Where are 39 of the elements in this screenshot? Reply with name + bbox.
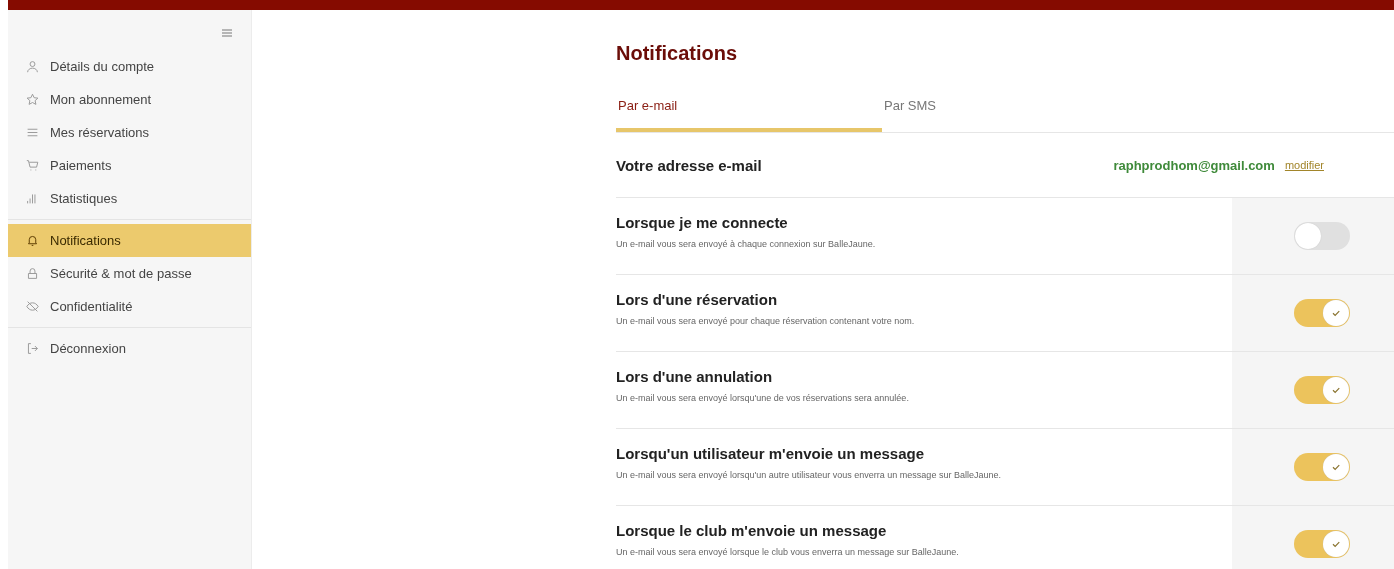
setting-description: Un e-mail vous sera envoyé lorsqu'une de vos réservations sera annulée.	[616, 393, 910, 403]
toggle-switch[interactable]	[1294, 530, 1350, 558]
setting-title: Lorsque je me connecte	[616, 214, 789, 231]
sidebar-item[interactable]: Sécurité & mot de passe	[8, 257, 251, 290]
bell-icon	[26, 234, 39, 247]
setting-description: Un e-mail vous sera envoyé lorsqu'un autre utilisateur vous enverra un message sur BalleJaune.	[616, 470, 1002, 480]
sidebar-item[interactable]: Paiements	[8, 149, 251, 182]
sidebar-item[interactable]: Déconnexion	[8, 332, 251, 365]
sidebar-item[interactable]: Statistiques	[8, 182, 251, 215]
setting-title: Lorsqu'un utilisateur m'envoie un message	[616, 445, 926, 462]
sidebar-item[interactable]: Mon abonnement	[8, 83, 251, 116]
sidebar-item[interactable]: Confidentialité	[8, 290, 251, 323]
star-icon	[26, 93, 39, 106]
setting-description: Un e-mail vous sera envoyé pour chaque réservation contenant votre nom.	[616, 316, 916, 326]
email-label: Votre adresse e-mail	[616, 156, 763, 174]
lock-icon	[26, 267, 39, 280]
sidebar-item[interactable]: Notifications	[8, 224, 251, 257]
setting-description: Un e-mail vous sera envoyé à chaque connexion sur BalleJaune.	[616, 239, 877, 249]
menu-icon[interactable]	[221, 28, 233, 38]
setting-description: Un e-mail vous sera envoyé lorsque le club vous enverra un message sur BalleJaune.	[616, 547, 960, 557]
setting-title: Lorsque le club m'envoie un message	[616, 522, 888, 539]
tab[interactable]: Par e-mail	[616, 98, 882, 132]
toggle-switch[interactable]	[1294, 222, 1350, 250]
tab[interactable]: Par SMS	[882, 98, 1148, 132]
list-icon	[26, 126, 39, 139]
page-title: Notifications	[616, 41, 739, 66]
bar-chart-icon	[26, 192, 39, 205]
sidebar-item[interactable]: Détails du compte	[8, 50, 251, 83]
toggle-switch[interactable]	[1294, 376, 1350, 404]
email-address: raphprodhom@gmail.com	[1113, 157, 1275, 173]
setting-title: Lors d'une réservation	[616, 291, 779, 308]
toggle-switch[interactable]	[1294, 453, 1350, 481]
modify-link[interactable]: modifier	[1284, 159, 1324, 171]
toggle-switch[interactable]	[1294, 299, 1350, 327]
logout-icon	[26, 342, 39, 355]
eye-slash-icon	[26, 300, 39, 313]
user-icon	[26, 60, 39, 73]
setting-title: Lors d'une annulation	[616, 368, 774, 385]
sidebar-item[interactable]: Mes réservations	[8, 116, 251, 149]
